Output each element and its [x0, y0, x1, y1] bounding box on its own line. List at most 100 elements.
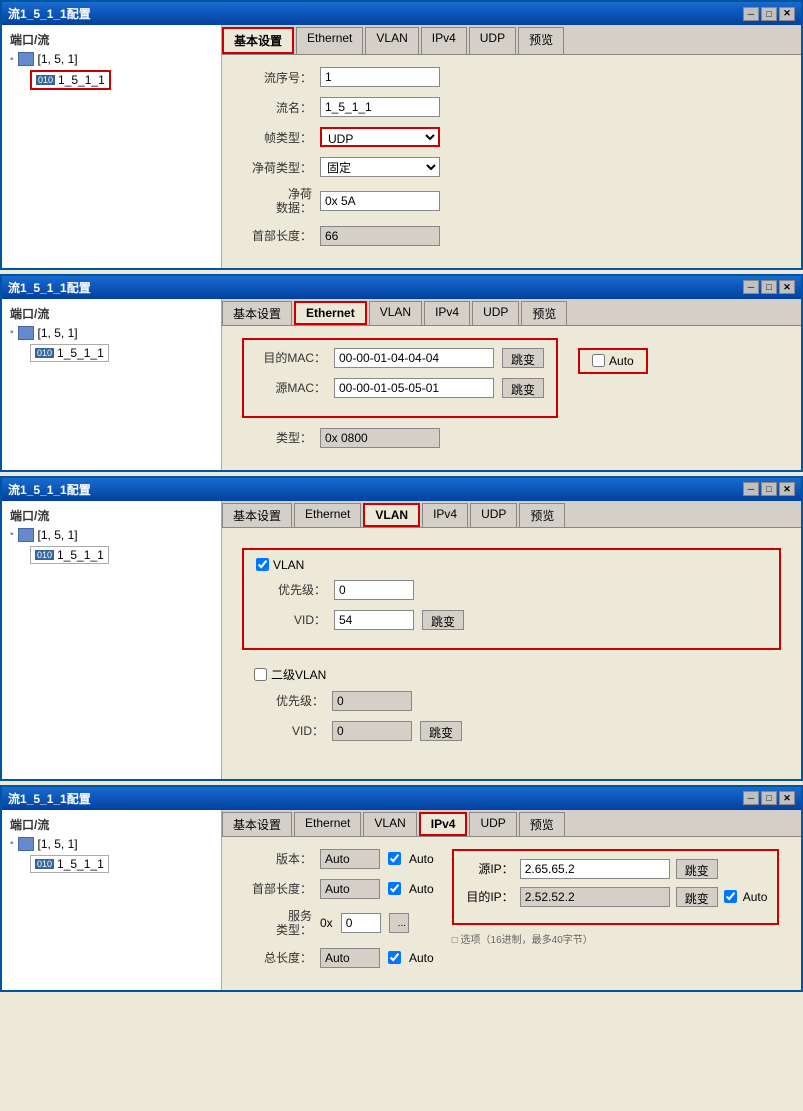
label-name: 流名： — [242, 99, 312, 116]
label-src-ip: 源IP： — [464, 860, 514, 877]
input-header-len-ipv4 — [320, 879, 380, 899]
second-vlan-checkbox[interactable] — [254, 668, 267, 681]
jump-btn-vlan[interactable]: 跳变 — [422, 610, 464, 630]
input-dest-ip[interactable] — [520, 887, 670, 907]
jump-btn-second-vlan[interactable]: 跳变 — [420, 721, 462, 741]
vlan-checkbox[interactable] — [256, 558, 269, 571]
tab-vlan-1[interactable]: VLAN — [365, 27, 418, 54]
row-frame-type: 帧类型： UDP — [242, 127, 781, 147]
tab-ethernet-1[interactable]: Ethernet — [296, 27, 363, 54]
close-btn-4[interactable]: ✕ — [779, 791, 795, 805]
leaf-item-1[interactable]: 010 1_5_1_1 — [6, 68, 217, 92]
tab-ethernet-active[interactable]: Ethernet — [294, 301, 367, 325]
jump-btn-src-ip[interactable]: 跳变 — [676, 859, 718, 879]
tab-udp-4[interactable]: UDP — [469, 812, 516, 836]
jump-btn-src-mac[interactable]: 跳变 — [502, 378, 544, 398]
tab-ipv4-3[interactable]: IPv4 — [422, 503, 468, 527]
tab-ethernet-4[interactable]: Ethernet — [294, 812, 361, 836]
tab-basic-4[interactable]: 基本设置 — [222, 812, 292, 836]
row-payload-data: 净荷数据： — [242, 187, 781, 216]
tab-preview-1[interactable]: 预览 — [518, 27, 564, 54]
window-vlan: 流1_5_1_1配置 ─ □ ✕ 端口/流 ▪ [1, 5, 1] 010 1_… — [0, 476, 803, 781]
content-4: 基本设置 Ethernet VLAN IPv4 UDP 预览 版本： Auto — [222, 810, 801, 990]
minimize-btn-1[interactable]: ─ — [743, 7, 759, 21]
select-payload-type[interactable]: 固定 — [320, 157, 440, 177]
jump-btn-dest-mac[interactable]: 跳变 — [502, 348, 544, 368]
label-payload-type: 净荷类型： — [242, 159, 312, 176]
label-type: 类型： — [242, 429, 312, 446]
input-total-len — [320, 948, 380, 968]
leaf-label-2: 1_5_1_1 — [57, 346, 104, 360]
tab-basic-2[interactable]: 基本设置 — [222, 301, 292, 325]
tab-basic-3[interactable]: 基本设置 — [222, 503, 292, 527]
minimize-btn-3[interactable]: ─ — [743, 482, 759, 496]
sidebar-header-4: 端口/流 — [6, 814, 217, 835]
maximize-btn-1[interactable]: □ — [761, 7, 777, 21]
input-dest-mac[interactable] — [334, 348, 494, 368]
tree-label-3: [1, 5, 1] — [38, 528, 78, 542]
input-src-ip[interactable] — [520, 859, 670, 879]
total-auto-check[interactable] — [388, 951, 401, 964]
input-vlan-priority[interactable] — [334, 580, 414, 600]
tab-bar-1: 基本设置 Ethernet VLAN IPv4 UDP 预览 — [222, 25, 801, 55]
leaf-item-3[interactable]: 010 1_5_1_1 — [6, 544, 217, 566]
tab-preview-4[interactable]: 预览 — [519, 812, 565, 836]
row-header-len: 首部长度： — [242, 226, 781, 246]
leaf-box-1[interactable]: 010 1_5_1_1 — [30, 70, 111, 90]
node-icon-4 — [18, 837, 34, 851]
close-btn-1[interactable]: ✕ — [779, 7, 795, 21]
minimize-btn-2[interactable]: ─ — [743, 280, 759, 294]
node-icon-2 — [18, 326, 34, 340]
window-ipv4: 流1_5_1_1配置 ─ □ ✕ 端口/流 ▪ [1, 5, 1] 010 1_… — [0, 785, 803, 992]
maximize-btn-2[interactable]: □ — [761, 280, 777, 294]
input-vlan-vid[interactable] — [334, 610, 414, 630]
jump-btn-dest-ip[interactable]: 跳变 — [676, 887, 718, 907]
window-body-1: 端口/流 ▪ [1, 5, 1] 010 1_5_1_1 基本设置 Ethern… — [2, 25, 801, 268]
tab-bar-2: 基本设置 Ethernet VLAN IPv4 UDP 预览 — [222, 299, 801, 326]
input-payload-data[interactable] — [320, 191, 440, 211]
window-body-3: 端口/流 ▪ [1, 5, 1] 010 1_5_1_1 基本设置 Ethern… — [2, 501, 801, 779]
minimize-btn-4[interactable]: ─ — [743, 791, 759, 805]
input-version — [320, 849, 380, 869]
tab-udp-2[interactable]: UDP — [472, 301, 519, 325]
tab-vlan-4[interactable]: VLAN — [363, 812, 416, 836]
tab-ethernet-3[interactable]: Ethernet — [294, 503, 361, 527]
leaf-item-4[interactable]: 010 1_5_1_1 — [6, 853, 217, 875]
input-seq[interactable] — [320, 67, 440, 87]
maximize-btn-4[interactable]: □ — [761, 791, 777, 805]
window-controls-4: ─ □ ✕ — [743, 791, 795, 805]
header-auto-check[interactable] — [388, 882, 401, 895]
select-frame-type[interactable]: UDP — [320, 127, 440, 147]
version-auto-check[interactable] — [388, 852, 401, 865]
titlebar-4: 流1_5_1_1配置 ─ □ ✕ — [2, 787, 801, 810]
tab-ipv4-1[interactable]: IPv4 — [421, 27, 467, 54]
input-name[interactable] — [320, 97, 440, 117]
tab-ipv4-2[interactable]: IPv4 — [424, 301, 470, 325]
input-src-mac[interactable] — [334, 378, 494, 398]
tab-udp-1[interactable]: UDP — [469, 27, 516, 54]
maximize-btn-3[interactable]: □ — [761, 482, 777, 496]
dest-ip-auto-check[interactable] — [724, 890, 737, 903]
tree-expand-2: ▪ — [10, 327, 14, 338]
tab-udp-3[interactable]: UDP — [470, 503, 517, 527]
node-icon-1 — [18, 52, 34, 66]
auto-checkbox-ethernet[interactable] — [592, 354, 605, 367]
service-type-more-btn[interactable]: ... — [389, 913, 409, 933]
tab-preview-2[interactable]: 预览 — [521, 301, 567, 325]
tab-vlan-2[interactable]: VLAN — [369, 301, 422, 325]
vlan-enable-row: VLAN — [256, 558, 767, 572]
window-ethernet: 流1_5_1_1配置 ─ □ ✕ 端口/流 ▪ [1, 5, 1] 010 1_… — [0, 274, 803, 472]
tab-preview-3[interactable]: 预览 — [519, 503, 565, 527]
leaf-item-2[interactable]: 010 1_5_1_1 — [6, 342, 217, 364]
leaf-id-4: 010 — [35, 859, 54, 869]
row-vlan-priority: 优先级： — [256, 580, 767, 600]
close-btn-2[interactable]: ✕ — [779, 280, 795, 294]
close-btn-3[interactable]: ✕ — [779, 482, 795, 496]
vlan-label: VLAN — [273, 558, 304, 572]
tab-ipv4-active[interactable]: IPv4 — [419, 812, 468, 836]
tab-basic-settings[interactable]: 基本设置 — [222, 27, 294, 54]
input-service-type[interactable] — [341, 913, 381, 933]
tab-vlan-active[interactable]: VLAN — [363, 503, 420, 527]
titlebar-2: 流1_5_1_1配置 ─ □ ✕ — [2, 276, 801, 299]
node-icon-3 — [18, 528, 34, 542]
